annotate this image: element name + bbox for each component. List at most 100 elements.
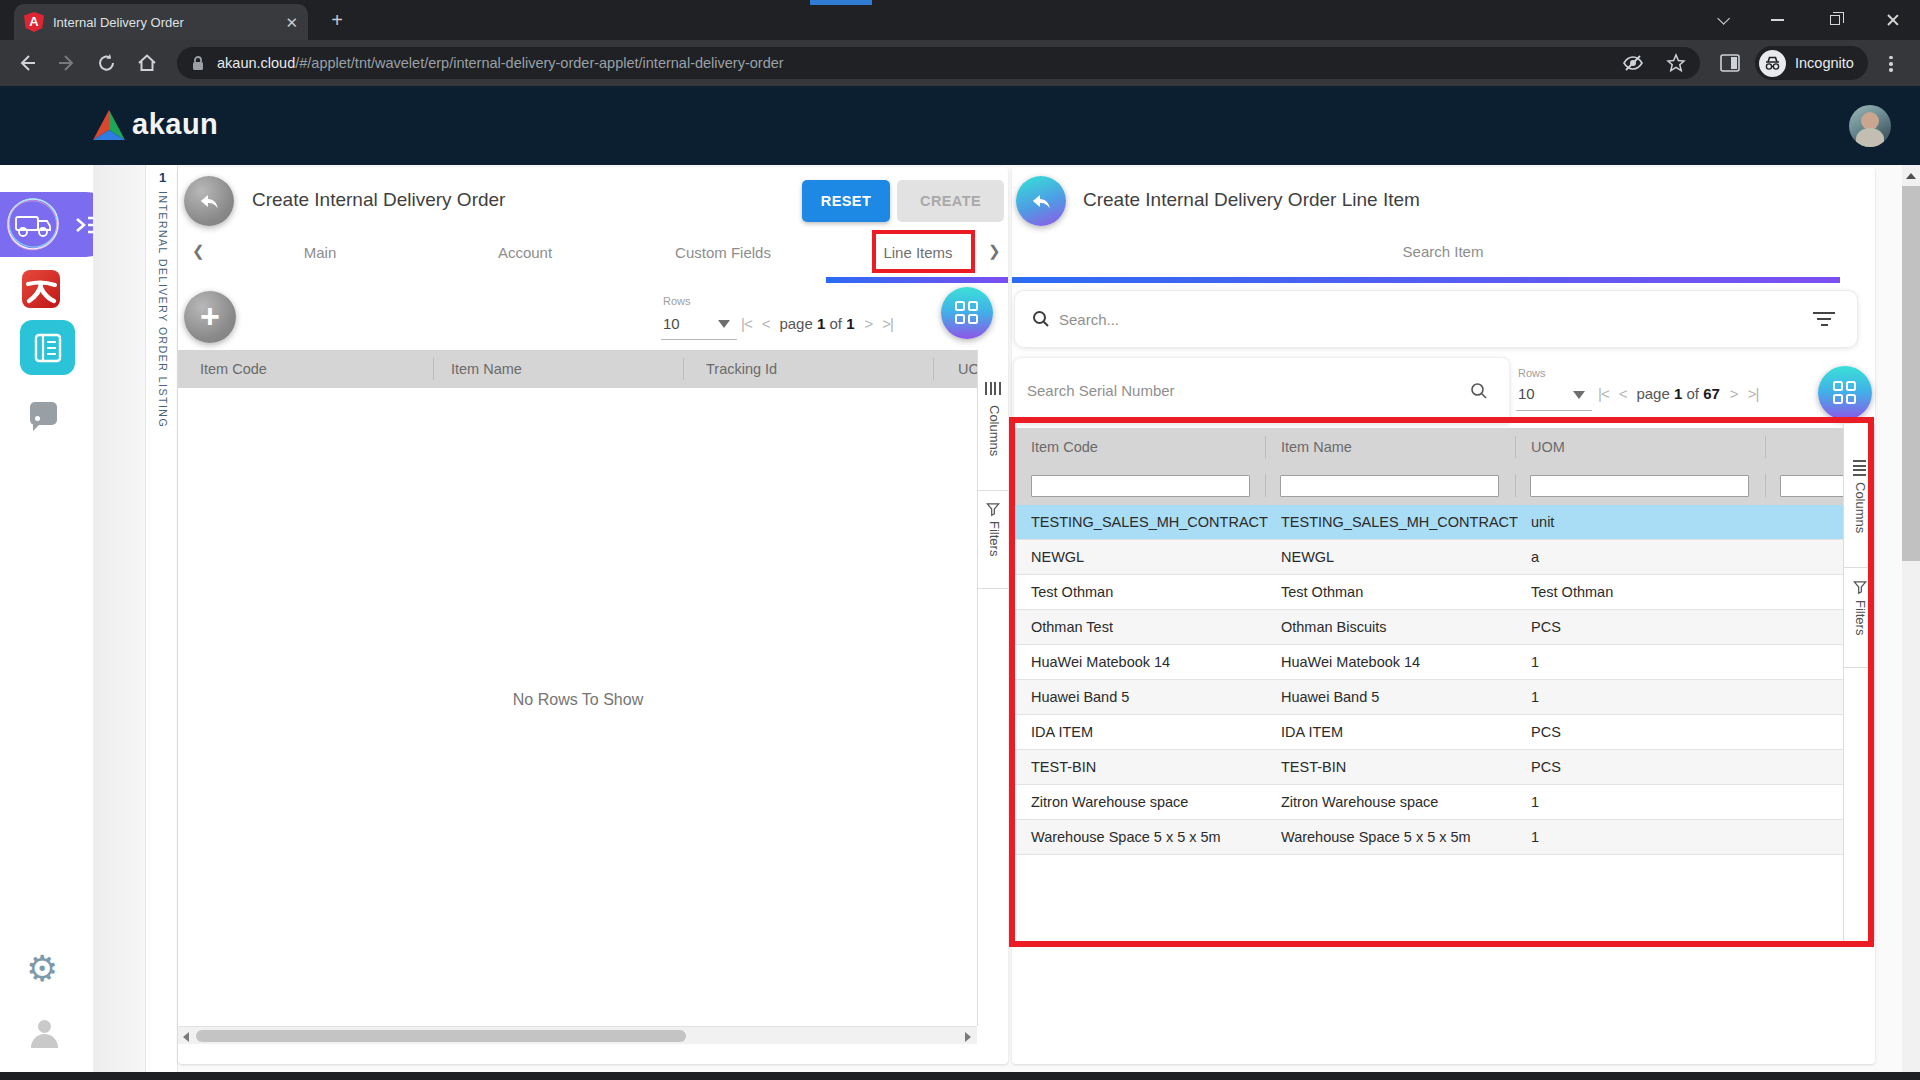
sidebar-applet-red[interactable] [22,270,60,308]
rows-select[interactable]: 10 [663,315,680,332]
applet-tab-number: 1 [146,170,179,185]
active-tab-indicator [1012,277,1840,283]
first-page-icon[interactable]: |< [1598,385,1609,402]
window-close-button[interactable] [1882,12,1904,28]
rows-select[interactable]: 10 [1518,385,1535,402]
annotation-line-items [872,230,975,273]
menu-dots-icon[interactable] [1889,53,1893,73]
app-header: akaun [0,86,1920,165]
scroll-left-icon[interactable] [183,1032,189,1042]
table-side-strip: Columns Filters [977,350,1008,1026]
tab-close-icon[interactable]: ✕ [285,15,298,30]
horizontal-scrollbar[interactable] [178,1026,977,1044]
filters-funnel-icon[interactable] [986,502,1000,517]
tabs-scroll-right-icon[interactable]: ❯ [988,242,1001,260]
sidebar-applet-journal[interactable] [20,320,75,375]
search-icon [1031,309,1051,329]
rows-label: Rows [663,295,691,307]
browser-tab[interactable]: A Internal Delivery Order ✕ [14,4,308,40]
akaun-logo-icon [92,108,126,144]
prev-page-icon[interactable]: < [762,315,770,332]
create-order-panel: Create Internal Delivery Order RESET CRE… [178,167,1008,1064]
profile-icon[interactable] [30,1020,58,1048]
url-text: akaun.cloud/#/applet/tnt/wavelet/erp/int… [217,55,784,71]
column-header[interactable]: Tracking Id [706,350,777,388]
reset-button[interactable]: RESET [802,180,890,222]
split-screen-icon[interactable] [1716,49,1744,77]
last-page-icon[interactable]: >| [882,315,893,332]
lock-icon [191,55,205,71]
incognito-label: Incognito [1795,55,1854,71]
columns-tool[interactable]: Columns [987,405,1002,460]
rows-underline [1516,410,1592,411]
grid-view-button[interactable] [941,287,993,339]
serial-search-box[interactable]: Search Serial Number [1013,357,1510,424]
search-icon [1469,381,1489,401]
incognito-badge[interactable]: Incognito [1755,46,1868,80]
left-table-header: Item Code Item Name Tracking Id UOM [178,350,977,388]
filters-tool[interactable]: Filters [987,521,1002,560]
page-total: 1 [846,315,854,332]
applet-tab-label: INTERNAL DELIVERY ORDER LISTING [157,191,169,428]
tab-account[interactable]: Account [498,244,552,261]
window-restore-button[interactable] [1824,12,1846,28]
of-label: of [1686,385,1699,402]
angular-favicon-icon: A [24,12,44,32]
search-box[interactable]: Search... [1014,290,1858,348]
sidebar-shadow [93,165,145,1072]
scroll-right-icon[interactable] [965,1032,971,1042]
avatar[interactable] [1849,105,1891,147]
logo-text: akaun [132,108,218,141]
add-line-item-button[interactable]: + [184,291,236,343]
empty-table-message: No Rows To Show [513,691,643,709]
page-current: 1 [817,315,825,332]
settings-gear-icon[interactable]: ⚙ [26,951,58,987]
window-chevron-icon[interactable] [1710,12,1732,28]
home-icon[interactable] [133,49,161,77]
reload-icon[interactable] [93,49,121,77]
page-current: 1 [1674,385,1682,402]
vertical-scrollbar[interactable] [1902,165,1920,1072]
new-tab-button[interactable]: + [326,10,348,32]
rows-label: Rows [1518,367,1546,379]
column-header[interactable]: Item Name [451,350,522,388]
tab-search-item[interactable]: Search Item [1403,243,1484,260]
next-page-icon[interactable]: > [1730,385,1738,402]
prev-page-icon[interactable]: < [1619,385,1627,402]
eye-off-icon[interactable] [1622,53,1644,73]
url-bar[interactable]: akaun.cloud/#/applet/tnt/wavelet/erp/int… [177,47,1700,79]
tabs-scroll-left-icon[interactable]: ❮ [192,242,205,260]
active-tab-indicator [826,277,1008,283]
last-page-icon[interactable]: >| [1748,385,1759,402]
tab-custom-fields[interactable]: Custom Fields [675,244,771,261]
bookmark-star-icon[interactable] [1666,53,1686,73]
tab-main[interactable]: Main [304,244,337,261]
pagination: |< < page 1 of 1 > >| [741,311,893,335]
column-header[interactable]: Item Code [200,350,267,388]
tab-activity-indicator [810,0,872,5]
grid-view-button[interactable] [1818,366,1872,420]
scroll-up-icon[interactable] [1906,173,1916,179]
forward-icon[interactable] [53,49,81,77]
rows-dropdown-icon[interactable] [1573,391,1585,399]
delivery-truck-icon [4,195,62,253]
chat-icon[interactable] [30,402,57,425]
next-page-icon[interactable]: > [865,315,873,332]
first-page-icon[interactable]: |< [741,315,752,332]
applet-tab-strip[interactable]: 1 INTERNAL DELIVERY ORDER LISTING [145,165,178,1072]
page-label: page [779,315,812,332]
columns-icon[interactable] [978,382,1008,395]
create-button[interactable]: CREATE [897,180,1004,222]
rows-dropdown-icon[interactable] [718,320,730,328]
filter-list-icon[interactable] [1813,312,1835,326]
panel-title: Create Internal Delivery Order Line Item [1083,187,1420,213]
back-button[interactable] [184,176,234,226]
annotation-table [1009,417,1874,947]
window-minimize-button[interactable] [1766,12,1788,28]
back-button[interactable] [1016,176,1066,226]
serial-placeholder: Search Serial Number [1027,382,1175,399]
scrollbar-thumb[interactable] [1902,186,1920,561]
scrollbar-thumb[interactable] [196,1030,686,1042]
back-icon[interactable] [13,49,41,77]
search-placeholder: Search... [1059,311,1119,328]
